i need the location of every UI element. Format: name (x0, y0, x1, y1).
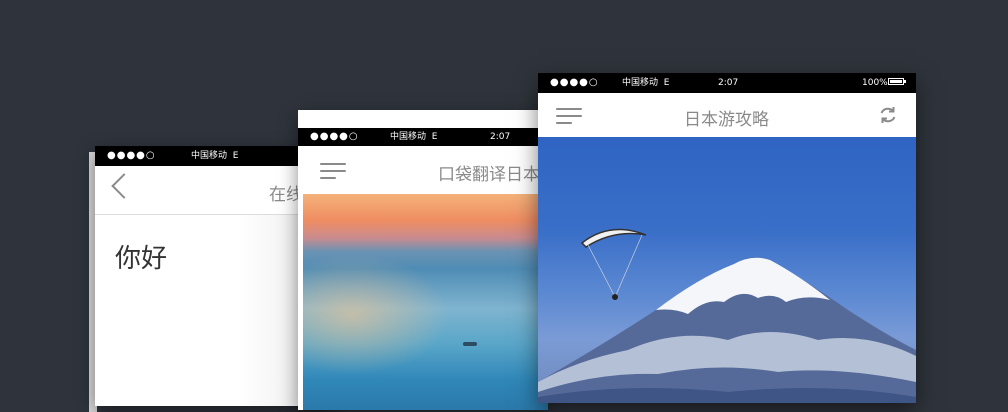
carrier-label: 中国移动 E (622, 78, 670, 88)
mountain-shape (538, 257, 916, 403)
status-time: 2:07 (490, 132, 511, 142)
hero-image-mount-fuji (538, 137, 916, 403)
status-bar: ●●●●○ 中国移动 E 2:07 (298, 128, 548, 146)
status-time: 2:07 (718, 78, 739, 88)
hamburger-menu-icon[interactable] (556, 108, 582, 129)
hero-image-sea (303, 194, 548, 410)
carrier-label: 中国移动 E (191, 151, 239, 161)
signal-icon: ●●●●○ (310, 131, 359, 142)
refresh-icon[interactable] (878, 105, 898, 125)
rock-shape (463, 342, 477, 346)
page-title: 口袋翻译日本 (438, 165, 540, 185)
phone-pocket-translate: ●●●●○ 中国移动 E 2:07 口袋翻译日本 (298, 110, 548, 410)
chevron-left-icon[interactable] (111, 173, 137, 199)
battery-label: 100% (862, 78, 888, 88)
page-title: 日本游攻略 (684, 110, 769, 130)
nav-bar: 口袋翻译日本 (298, 146, 548, 194)
signal-icon: ●●●●○ (550, 77, 599, 88)
input-text[interactable]: 你好 (115, 238, 167, 275)
status-bar: ●●●●○ 中国移动 E 2:07 100% (538, 73, 916, 93)
battery-icon (888, 78, 906, 85)
carrier-label: 中国移动 E (390, 132, 438, 142)
nav-bar: 日本游攻略 (538, 93, 916, 137)
hamburger-menu-icon[interactable] (320, 163, 346, 184)
signal-icon: ●●●●○ (107, 150, 156, 161)
phone-japan-guide: ●●●●○ 中国移动 E 2:07 100% 日本游攻略 (538, 73, 916, 403)
